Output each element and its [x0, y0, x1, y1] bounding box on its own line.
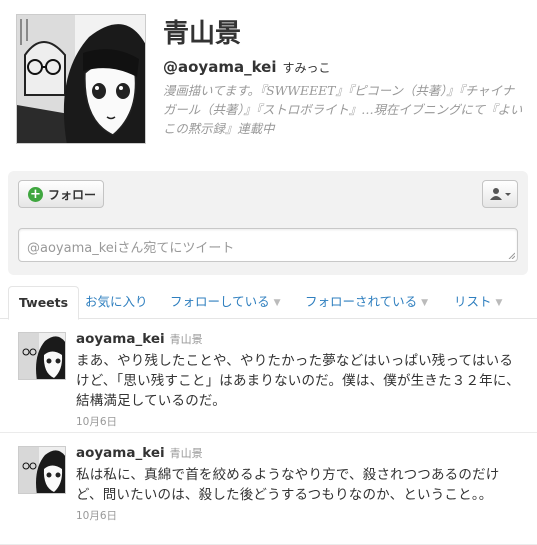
profile-text: 青山景 @aoyama_kei すみっこ 漫画描いてます。『SWWEEET』『ピコ…	[163, 14, 523, 138]
user-dropdown-icon	[490, 188, 511, 200]
tab-following[interactable]: フォローしている ▼	[170, 286, 281, 319]
resize-grip-icon[interactable]	[508, 252, 515, 259]
profile-screen-name: @aoyama_kei	[163, 58, 277, 76]
avatar-thumbnail-image	[19, 447, 65, 493]
tweet-item: aoyama_kei 青山景 まあ、やり残したことや、やりたかった夢などはいっぱい…	[0, 319, 537, 433]
tab-tweets[interactable]: Tweets	[8, 286, 80, 320]
profile-avatar[interactable]	[16, 14, 146, 144]
tweet-header: aoyama_kei 青山景	[76, 329, 526, 349]
tab-followers-label: フォローされている	[305, 294, 418, 309]
tab-followers[interactable]: フォローされている ▼	[305, 286, 428, 319]
plus-icon: +	[28, 186, 43, 202]
tweet-text: まあ、やり残したことや、やりたかった夢などはいっぱい残ってはいるけど、「思い残す…	[76, 353, 520, 409]
tweet-body: aoyama_kei 青山景 まあ、やり残したことや、やりたかった夢などはいっぱい…	[76, 329, 526, 429]
tweet-username[interactable]: aoyama_kei	[76, 331, 165, 347]
avatar-thumbnail-image	[19, 333, 65, 379]
chevron-down-icon: ▼	[273, 298, 281, 308]
tab-favorites-label: お気に入り	[85, 294, 148, 309]
profile-full-name: 青山景	[163, 19, 242, 49]
tweet-avatar[interactable]	[18, 446, 66, 494]
tweet-fullname: 青山景	[169, 447, 203, 460]
profile-tabs: Tweets お気に入り フォローしている ▼ フォローされている ▼ リスト ▼	[0, 286, 537, 320]
user-actions-dropdown-button[interactable]	[482, 180, 518, 208]
action-panel: + フォロー @aoyama_keiさん宛てにツイート	[8, 171, 528, 275]
tweet-box-placeholder: @aoyama_keiさん宛てにツイート	[27, 241, 235, 256]
tweet-item: aoyama_kei 青山景 私は私に、真綿で首を絞めるようなやり方で、殺されつつ…	[0, 433, 537, 545]
follow-button[interactable]: + フォロー	[18, 180, 104, 208]
follow-button-label: フォロー	[48, 187, 97, 202]
tweet-to-user-input[interactable]: @aoyama_keiさん宛てにツイート	[18, 228, 518, 262]
tab-favorites[interactable]: お気に入り	[85, 286, 148, 319]
chevron-down-icon: ▼	[495, 298, 503, 308]
profile-location: すみっこ	[282, 61, 331, 75]
tab-following-label: フォローしている	[170, 294, 270, 309]
tab-lists-label: リスト	[454, 294, 492, 309]
chevron-down-icon: ▼	[421, 298, 429, 308]
tweet-text: 私は私に、真綿で首を絞めるようなやり方で、殺されつつあるのだけど、問いたいのは、…	[76, 467, 500, 503]
profile-bio: 漫画描いてます。『SWWEEET』『ピコーン（共著）』『チャイナガール（共著）』…	[163, 83, 523, 136]
tweet-timestamp[interactable]: 10月6日	[76, 508, 526, 523]
profile-header: 青山景 @aoyama_kei すみっこ 漫画描いてます。『SWWEEET』『ピコ…	[16, 14, 526, 154]
tweet-username[interactable]: aoyama_kei	[76, 445, 165, 461]
tab-lists[interactable]: リスト ▼	[454, 286, 502, 319]
tweet-header: aoyama_kei 青山景	[76, 443, 526, 463]
manga-portrait-image	[17, 15, 145, 143]
tweet-fullname: 青山景	[169, 333, 203, 346]
tweet-body: aoyama_kei 青山景 私は私に、真綿で首を絞めるようなやり方で、殺されつつ…	[76, 443, 526, 523]
tab-tweets-label: Tweets	[19, 295, 69, 310]
profile-screen-row: @aoyama_kei すみっこ	[163, 58, 523, 77]
tweet-avatar[interactable]	[18, 332, 66, 380]
tweet-timestamp[interactable]: 10月6日	[76, 414, 526, 429]
